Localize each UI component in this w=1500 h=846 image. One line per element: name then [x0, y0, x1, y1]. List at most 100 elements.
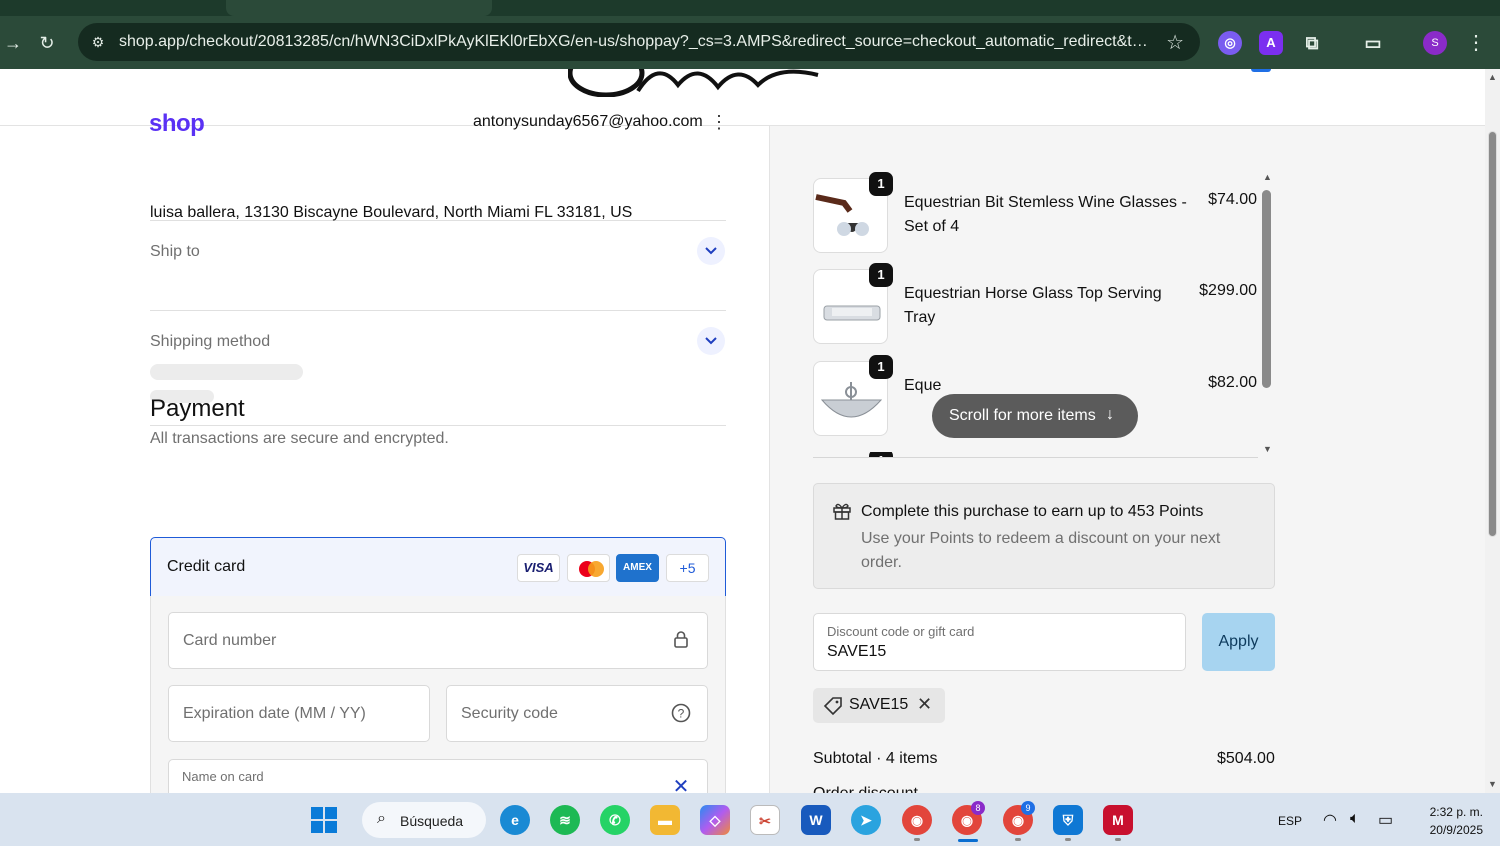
extensions-puzzle-icon[interactable]: ⧉ — [1300, 31, 1324, 55]
scroll-down-icon[interactable]: ▼ — [1263, 444, 1272, 454]
visa-logo: VISA — [517, 554, 560, 582]
windows-start-icon[interactable] — [311, 807, 337, 833]
credit-card-option[interactable]: Credit card VISA AMEX +5 — [150, 537, 726, 597]
browser-menu-icon[interactable]: ⋮ — [1466, 30, 1486, 55]
divider — [150, 310, 726, 311]
item-price: $82.00 — [1208, 374, 1257, 391]
order-discount-label: Order discount — [813, 785, 1013, 793]
arrow-down-icon: ↓ — [1106, 406, 1114, 423]
scroll-hint-label: Scroll for more items — [949, 407, 1096, 424]
browser-toolbar: → ↻ ⚙ shop.app/checkout/20813285/cn/hWN3… — [0, 16, 1500, 69]
remove-code-icon[interactable]: ✕ — [917, 694, 932, 715]
store-header — [0, 69, 1485, 126]
security-code-field[interactable]: Security code ? — [446, 685, 708, 742]
item-name: Equestrian Bit Stemless Wine Glasses - S… — [904, 194, 1187, 235]
security-code-placeholder: Security code — [461, 705, 558, 722]
help-icon[interactable]: ? — [671, 703, 691, 723]
ship-to-expand-button[interactable] — [697, 237, 725, 265]
mcafee-icon[interactable]: M — [1103, 805, 1133, 835]
line-item: 1 Equestrian Bit Stemless Wine Glasses -… — [813, 172, 1273, 258]
star-icon[interactable]: ☆ — [1166, 30, 1184, 55]
scroll-up-icon[interactable]: ▲ — [1488, 72, 1497, 82]
amex-logo: AMEX — [616, 554, 659, 582]
defender-icon[interactable]: ⛨ — [1053, 805, 1083, 835]
extension-a-icon[interactable]: A — [1259, 31, 1283, 55]
ship-to-address: luisa ballera, 13130 Biscayne Boulevard,… — [150, 204, 633, 221]
quantity-badge: 1 — [869, 172, 893, 196]
scroll-down-icon[interactable]: ▼ — [1488, 779, 1497, 789]
taskbar-search[interactable]: ⌕ Búsqueda — [362, 802, 486, 838]
scroll-for-more-button[interactable]: Scroll for more items ↓ — [932, 394, 1138, 438]
cart-indicator — [1251, 69, 1271, 72]
page-scroll-thumb[interactable] — [1488, 131, 1497, 537]
discount-value[interactable]: SAVE15 — [827, 643, 886, 661]
forward-icon[interactable]: → — [0, 30, 26, 56]
system-clock[interactable]: 2:32 p. m. 20/9/2025 — [1413, 803, 1483, 839]
search-icon: ⌕ — [377, 810, 386, 827]
running-indicator — [1015, 838, 1021, 841]
discount-label: Discount code or gift card — [827, 624, 975, 639]
snipping-tool-icon[interactable]: ✂ — [750, 805, 780, 835]
mastercard-logo — [567, 554, 610, 582]
copilot-icon[interactable]: ◇ — [700, 805, 730, 835]
applied-discount-chip: SAVE15 ✕ — [813, 688, 945, 723]
telegram-icon[interactable]: ➤ — [851, 805, 881, 835]
item-price: $299.00 — [1199, 282, 1257, 299]
payment-subtitle: All transactions are secure and encrypte… — [150, 430, 449, 447]
card-number-field[interactable]: Card number — [168, 612, 708, 669]
battery-icon[interactable]: ▭ — [1378, 810, 1393, 830]
name-on-card-label: Name on card — [182, 769, 264, 784]
site-info-icon[interactable]: ⚙ — [88, 32, 108, 52]
reload-icon[interactable]: ↻ — [34, 30, 60, 56]
order-discount-row: Order discount — [813, 785, 1013, 793]
svg-text:?: ? — [678, 707, 685, 721]
url-text[interactable]: shop.app/checkout/20813285/cn/hWN3CiDxlP… — [119, 33, 1149, 51]
scroll-up-icon[interactable]: ▲ — [1263, 172, 1272, 182]
wifi-icon[interactable]: ◠ — [1323, 810, 1337, 830]
apply-discount-button[interactable]: Apply — [1202, 613, 1275, 671]
tab-strip — [0, 0, 1500, 16]
item-name: Equestrian Horse Glass Top Serving Tray — [904, 285, 1162, 326]
shipping-method-expand-button[interactable] — [697, 327, 725, 355]
divider — [150, 425, 726, 426]
whatsapp-icon[interactable]: ✆ — [600, 805, 630, 835]
lock-icon — [671, 630, 691, 650]
points-banner: Complete this purchase to earn up to 453… — [813, 483, 1275, 589]
item-price: $74.00 — [1208, 191, 1257, 208]
active-tab[interactable] — [226, 0, 492, 16]
edge-icon[interactable]: e — [500, 805, 530, 835]
credit-card-form: Card number Expiration date (MM / YY) Se… — [150, 596, 726, 816]
extension-icon[interactable]: ◎ — [1218, 31, 1242, 55]
clock-time: 2:32 p. m. — [1429, 805, 1483, 819]
account-email: antonysunday6567@yahoo.com — [473, 113, 703, 130]
applied-code-label: SAVE15 — [849, 696, 909, 713]
clear-icon[interactable]: ✕ — [671, 774, 691, 798]
volume-icon[interactable]: 🔈︎ — [1350, 810, 1360, 828]
page-scrollbar[interactable]: ▲ ▼ — [1485, 69, 1500, 793]
card-number-placeholder: Card number — [183, 632, 277, 649]
account-menu-icon[interactable]: ⋮ — [710, 112, 728, 132]
expiration-date-field[interactable]: Expiration date (MM / YY) — [168, 685, 430, 742]
quantity-badge: 1 — [869, 263, 893, 287]
word-icon[interactable]: W — [801, 805, 831, 835]
more-card-brands[interactable]: +5 — [666, 554, 709, 582]
items-divider — [813, 457, 1258, 458]
ship-to-label: Ship to — [150, 243, 200, 260]
clock-date: 20/9/2025 — [1429, 823, 1483, 837]
spotify-icon[interactable]: ≋ — [550, 805, 580, 835]
chrome-icon[interactable]: ◉ — [902, 805, 932, 835]
active-app-indicator — [958, 839, 978, 842]
address-bar[interactable]: ⚙ shop.app/checkout/20813285/cn/hWN3CiDx… — [78, 23, 1200, 61]
payment-title: Payment — [150, 395, 245, 422]
discount-code-input[interactable]: Discount code or gift card SAVE15 — [813, 613, 1186, 671]
running-indicator — [914, 838, 920, 841]
cast-icon[interactable]: ▭ — [1361, 31, 1385, 55]
language-indicator[interactable]: ESP — [1278, 814, 1302, 828]
subtotal-label: Subtotal · 4 items — [813, 750, 938, 767]
file-explorer-icon[interactable]: ▬ — [650, 805, 680, 835]
profile-avatar[interactable]: S — [1423, 31, 1447, 55]
items-scroll-thumb[interactable] — [1262, 190, 1271, 388]
chrome-profile-badge: 9 — [1021, 801, 1035, 815]
shipping-method-label: Shipping method — [150, 333, 271, 350]
shop-logo: shop — [149, 110, 205, 137]
